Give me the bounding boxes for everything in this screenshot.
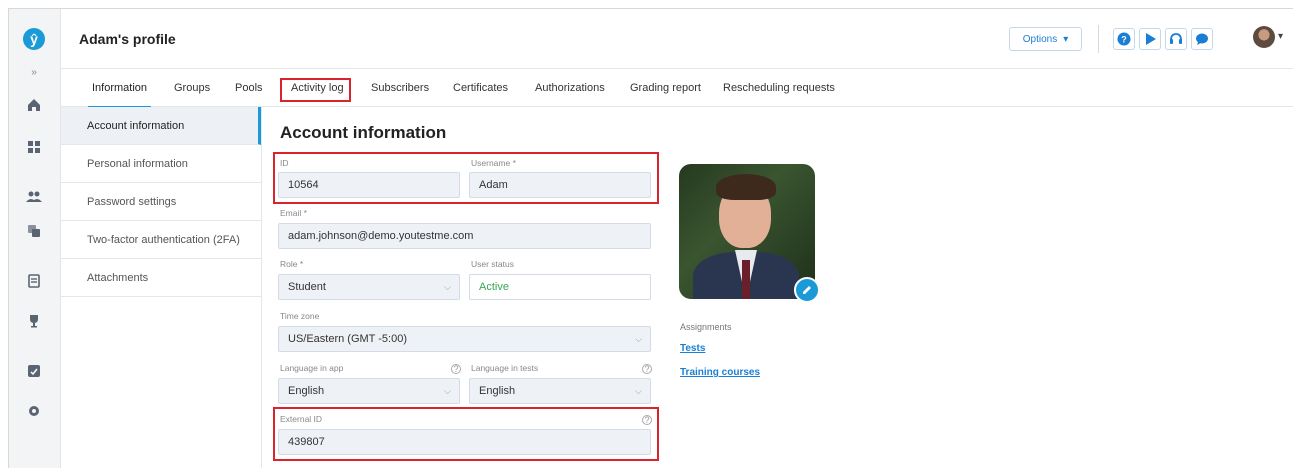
question-icon: ? (1117, 32, 1131, 46)
header-divider (1098, 25, 1099, 53)
edit-photo-button[interactable] (794, 277, 820, 303)
app-logo-icon[interactable]: ŷ (23, 28, 45, 50)
tab-activity-log[interactable]: Activity log (291, 70, 344, 107)
subnav-account-information[interactable]: Account information (61, 107, 261, 145)
help-question-icon[interactable]: ? (642, 364, 652, 374)
profile-tabs: Information Groups Pools Activity log Su… (61, 70, 1293, 108)
info-subnav: Account information Personal information… (61, 107, 262, 468)
trophy-icon[interactable] (24, 311, 44, 331)
chevron-down-icon: ▾ (1063, 33, 1069, 45)
page-title: Adam's profile (79, 31, 176, 47)
tab-groups[interactable]: Groups (174, 70, 210, 107)
subnav-personal-information[interactable]: Personal information (61, 145, 261, 183)
svg-text:?: ? (1121, 35, 1127, 45)
role-label: Role * (280, 259, 304, 269)
chevron-down-icon: ⌵ (635, 386, 642, 396)
username-label: Username * (471, 158, 516, 168)
expand-rail-icon[interactable]: » (24, 67, 44, 78)
options-label: Options (1022, 33, 1058, 45)
training-courses-link[interactable]: Training courses (680, 367, 760, 378)
play-icon (1146, 33, 1156, 45)
subnav-attachments[interactable]: Attachments (61, 259, 261, 297)
tab-information[interactable]: Information (87, 70, 152, 108)
time-zone-value: US/Eastern (GMT -5:00) (288, 333, 407, 345)
tab-rescheduling-requests[interactable]: Rescheduling requests (723, 70, 835, 107)
dashboard-icon[interactable] (24, 137, 44, 157)
tab-certificates[interactable]: Certificates (453, 70, 508, 107)
email-field[interactable]: adam.johnson@demo.youtestme.com (278, 223, 651, 249)
language-tests-label: Language in tests (471, 363, 539, 373)
tests-link[interactable]: Tests (680, 343, 705, 354)
settings-gear-icon[interactable] (24, 401, 44, 421)
id-label: ID (280, 158, 289, 168)
support-button[interactable] (1165, 28, 1187, 50)
role-value: Student (288, 281, 326, 293)
tab-pools[interactable]: Pools (235, 70, 263, 107)
external-id-field[interactable]: 439807 (278, 429, 651, 455)
section-title: Account information (280, 123, 447, 142)
user-status-field[interactable]: Active (469, 274, 651, 300)
chevron-down-icon[interactable]: ▾ (1278, 31, 1283, 42)
pencil-icon (803, 286, 811, 294)
username-field[interactable]: Adam (469, 172, 651, 198)
page-header: Adam's profile Options ▾ ? ▾ (61, 9, 1293, 69)
assignments-title: Assignments (680, 322, 732, 332)
email-label: Email * (280, 208, 307, 218)
language-app-select[interactable]: English ⌵ (278, 378, 460, 404)
time-zone-label: Time zone (280, 311, 320, 321)
profile-photo (679, 164, 815, 299)
chevron-down-icon: ⌵ (635, 334, 642, 344)
tab-authorizations[interactable]: Authorizations (535, 70, 605, 107)
left-rail: ŷ » (9, 9, 61, 468)
language-app-label: Language in app (280, 363, 344, 373)
chat-button[interactable] (1191, 28, 1213, 50)
tab-subscribers[interactable]: Subscribers (371, 70, 429, 107)
language-tests-select[interactable]: English ⌵ (469, 378, 651, 404)
subnav-two-factor-auth[interactable]: Two-factor authentication (2FA) (61, 221, 261, 259)
time-zone-select[interactable]: US/Eastern (GMT -5:00) ⌵ (278, 326, 651, 352)
user-status-label: User status (471, 259, 514, 269)
external-id-label: External ID (280, 414, 323, 424)
language-app-value: English (288, 385, 325, 397)
help-question-icon[interactable]: ? (451, 364, 461, 374)
tests-icon[interactable] (24, 271, 44, 291)
chevron-down-icon: ⌵ (444, 282, 451, 292)
id-field[interactable]: 10564 (278, 172, 460, 198)
users-icon[interactable] (24, 187, 44, 207)
home-icon[interactable] (24, 95, 44, 115)
role-select[interactable]: Student ⌵ (278, 274, 460, 300)
chevron-down-icon: ⌵ (444, 386, 451, 396)
options-button[interactable]: Options ▾ (1009, 27, 1082, 51)
subnav-password-settings[interactable]: Password settings (61, 183, 261, 221)
app-frame: ŷ » Adam's profile Options ▾ ? ▾ Informa… (8, 8, 1293, 468)
reports-icon[interactable] (24, 361, 44, 381)
pools-icon[interactable] (24, 221, 44, 241)
language-tests-value: English (479, 385, 516, 397)
user-avatar[interactable] (1253, 26, 1275, 48)
help-question-icon[interactable]: ? (642, 415, 652, 425)
tab-grading-report[interactable]: Grading report (630, 70, 701, 107)
chat-bubble-icon (1196, 33, 1208, 45)
headset-icon (1170, 33, 1182, 44)
play-tour-button[interactable] (1139, 28, 1161, 50)
help-button[interactable]: ? (1113, 28, 1135, 50)
